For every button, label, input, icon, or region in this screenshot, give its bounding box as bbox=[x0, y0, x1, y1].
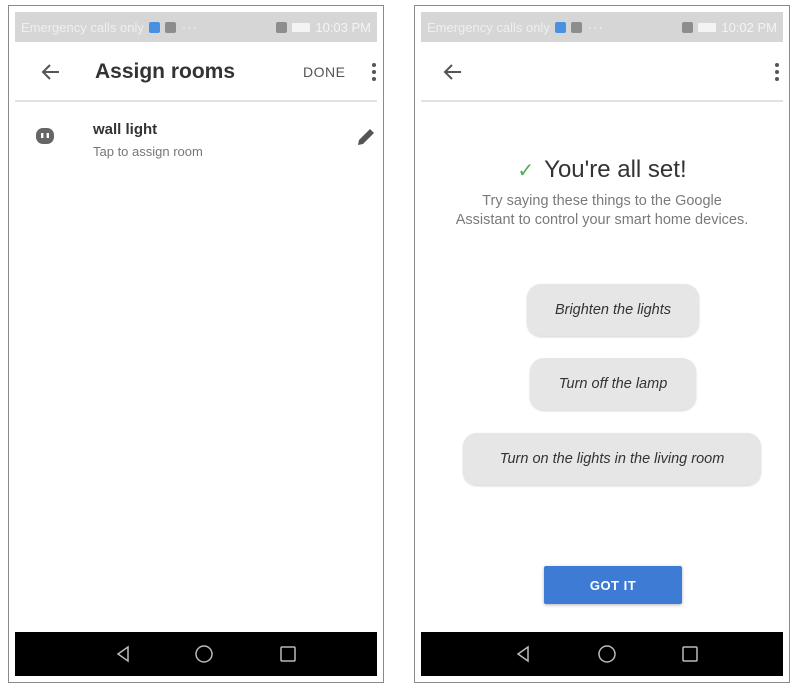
carrier-text: Emergency calls only bbox=[427, 19, 550, 35]
success-message: ✓ You're all set! Try saying these things… bbox=[421, 156, 783, 230]
overflow-notifications-icon: ··· bbox=[181, 19, 198, 35]
status-time: 10:02 PM bbox=[721, 19, 777, 35]
signal-icon bbox=[682, 21, 694, 33]
nav-back-icon[interactable] bbox=[513, 644, 533, 664]
battery-icon bbox=[698, 22, 717, 32]
success-title-row: ✓ You're all set! bbox=[421, 156, 783, 184]
nav-back-icon[interactable] bbox=[113, 644, 133, 664]
app-bar bbox=[421, 42, 783, 102]
device-list-item[interactable]: wall light Tap to assign room bbox=[15, 102, 377, 162]
got-it-button[interactable]: GOT IT bbox=[544, 566, 682, 604]
pencil-icon[interactable] bbox=[355, 126, 377, 148]
back-arrow-icon[interactable] bbox=[441, 60, 465, 84]
suggestion-chip[interactable]: Brighten the lights bbox=[527, 284, 699, 336]
status-bar: Emergency calls only ··· 10:03 PM bbox=[15, 12, 377, 42]
notification-icon bbox=[554, 21, 566, 33]
suggestion-chip[interactable]: Turn off the lamp bbox=[530, 358, 696, 410]
carrier-text: Emergency calls only bbox=[21, 19, 144, 35]
app-bar: Assign rooms DONE bbox=[15, 42, 377, 102]
check-icon: ✓ bbox=[517, 160, 535, 182]
nav-home-icon[interactable] bbox=[597, 644, 617, 664]
more-vert-icon[interactable] bbox=[773, 60, 781, 84]
plug-icon bbox=[36, 128, 54, 144]
all-set-screen: Emergency calls only ··· 10:02 PM ✓ You'r… bbox=[414, 5, 790, 683]
overflow-notifications-icon: ··· bbox=[587, 19, 604, 35]
success-title: You're all set! bbox=[544, 156, 687, 183]
nav-recent-icon[interactable] bbox=[681, 645, 699, 663]
status-bar: Emergency calls only ··· 10:02 PM bbox=[421, 12, 783, 42]
more-vert-icon[interactable] bbox=[370, 60, 378, 84]
suggestion-chip[interactable]: Turn on the lights in the living room bbox=[463, 433, 761, 485]
device-subtitle: Tap to assign room bbox=[93, 144, 203, 159]
battery-icon bbox=[292, 22, 311, 32]
system-nav-bar bbox=[15, 632, 377, 676]
done-button[interactable]: DONE bbox=[303, 64, 345, 80]
system-nav-bar bbox=[421, 632, 783, 676]
device-name: wall light bbox=[93, 121, 158, 138]
notification-icon bbox=[570, 21, 582, 33]
back-arrow-icon[interactable] bbox=[39, 60, 63, 84]
nav-recent-icon[interactable] bbox=[279, 645, 297, 663]
success-subtitle: Try saying these things to the Google As… bbox=[455, 193, 749, 228]
page-title: Assign rooms bbox=[95, 60, 236, 83]
nav-home-icon[interactable] bbox=[194, 644, 214, 664]
notification-icon bbox=[164, 21, 176, 33]
status-time: 10:03 PM bbox=[315, 19, 371, 35]
signal-icon bbox=[276, 21, 288, 33]
notification-icon bbox=[148, 21, 160, 33]
assign-rooms-screen: Emergency calls only ··· 10:03 PM Assign… bbox=[8, 5, 384, 683]
